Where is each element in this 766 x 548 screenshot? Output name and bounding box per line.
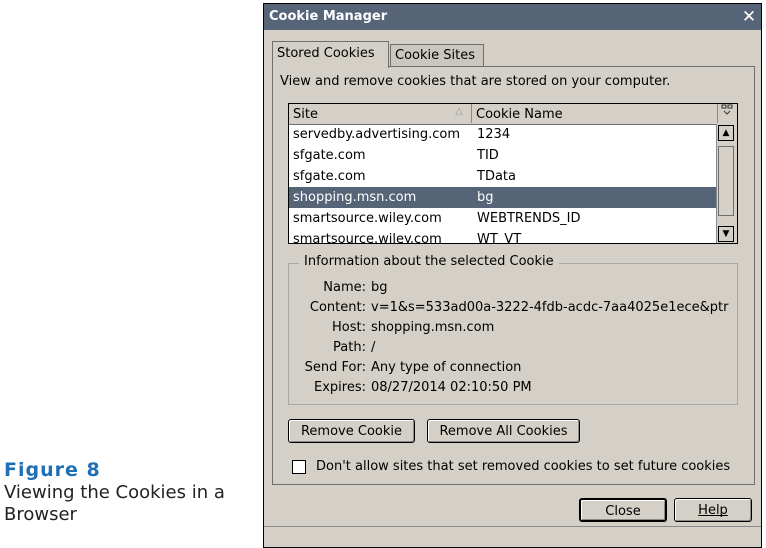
sort-ascending-icon: △ [455,106,463,117]
scroll-up-icon[interactable]: ▲ [718,125,734,141]
table-row[interactable]: sfgate.com TID [289,145,718,166]
help-button-label: Help [698,503,728,518]
block-removed-cookies-label: Don't allow sites that set removed cooki… [316,459,731,474]
description-text: View and remove cookies that are stored … [280,74,671,89]
tab-cookie-sites[interactable]: Cookie Sites [390,44,484,66]
list-rows: servedby.advertising.com 1234 sfgate.com… [289,124,718,244]
info-value: shopping.msn.com [371,320,495,335]
info-value: bg [371,280,388,295]
figure-number: Figure 8 [4,459,101,481]
info-label: Host: [332,320,366,335]
close-icon[interactable]: ✕ [739,7,759,27]
cell-site: smartsource.wiley.com [293,211,442,226]
cell-site: shopping.msn.com [293,190,417,205]
close-button[interactable]: Close [579,498,667,522]
info-label: Expires: [314,380,366,395]
column-picker-icon[interactable] [717,104,737,123]
info-value: Any type of connection [371,360,522,375]
cookie-list[interactable]: Site △ Cookie Name servedby.advertising.… [288,103,738,244]
list-scrollbar[interactable]: ▲ ▼ [716,124,737,243]
figure-description: Viewing the Cookies in a Browser [4,482,225,525]
cell-site: servedby.advertising.com [293,127,461,142]
info-row-send-for: Send For: Any type of connection [288,360,738,380]
info-label: Path: [333,340,366,355]
remove-cookie-button[interactable]: Remove Cookie [288,419,415,443]
column-header-site-label: Site [293,107,318,122]
info-label: Name: [323,280,366,295]
info-value: 08/27/2014 02:10:50 PM [371,380,532,395]
info-row-host: Host: shopping.msn.com [288,320,738,340]
table-row-selected[interactable]: shopping.msn.com bg [289,187,718,208]
figure-caption: Figure 8 Viewing the Cookies in a Browse… [4,458,254,526]
cell-cookie-name: 1234 [477,127,511,142]
cell-cookie-name: WT_VT [477,232,522,244]
info-row-path: Path: / [288,340,738,360]
column-header-cookie-name[interactable]: Cookie Name [472,104,718,123]
table-row[interactable]: servedby.advertising.com 1234 [289,124,718,145]
footer-divider [264,526,761,527]
cell-cookie-name: TData [477,169,516,184]
cell-site: sfgate.com [293,148,366,163]
table-row[interactable]: smartsource.wiley.com WT_VT [289,229,718,244]
info-value: v=1&s=533ad00a-3222-4fdb-acdc-7aa4025e1e… [371,300,729,315]
cell-cookie-name: bg [477,190,494,205]
table-row[interactable]: smartsource.wiley.com WEBTRENDS_ID [289,208,718,229]
info-row-name: Name: bg [288,280,738,300]
info-row-expires: Expires: 08/27/2014 02:10:50 PM [288,380,738,400]
info-label: Content: [309,300,366,315]
tab-stored-cookies[interactable]: Stored Cookies [272,41,389,68]
table-row[interactable]: sfgate.com TData [289,166,718,187]
list-header: Site △ Cookie Name [289,104,737,125]
cell-cookie-name: WEBTRENDS_ID [477,211,581,226]
cell-site: sfgate.com [293,169,366,184]
scroll-thumb[interactable] [718,146,734,216]
cookie-info-legend: Information about the selected Cookie [299,254,559,269]
column-header-cookie-name-label: Cookie Name [476,107,563,122]
cookie-manager-window: Cookie Manager ✕ Stored Cookies Cookie S… [263,3,762,548]
column-header-site[interactable]: Site △ [289,104,472,123]
info-value: / [371,340,376,355]
block-removed-cookies-checkbox[interactable] [292,460,306,474]
info-label: Send For: [304,360,366,375]
window-title: Cookie Manager [269,9,388,24]
scroll-down-icon[interactable]: ▼ [718,226,734,242]
remove-all-cookies-button[interactable]: Remove All Cookies [427,419,580,443]
cell-cookie-name: TID [477,148,499,163]
title-bar[interactable]: Cookie Manager ✕ [264,4,761,30]
help-button[interactable]: Help [674,498,752,522]
cell-site: smartsource.wiley.com [293,232,442,244]
info-row-content: Content: v=1&s=533ad00a-3222-4fdb-acdc-7… [288,300,738,320]
